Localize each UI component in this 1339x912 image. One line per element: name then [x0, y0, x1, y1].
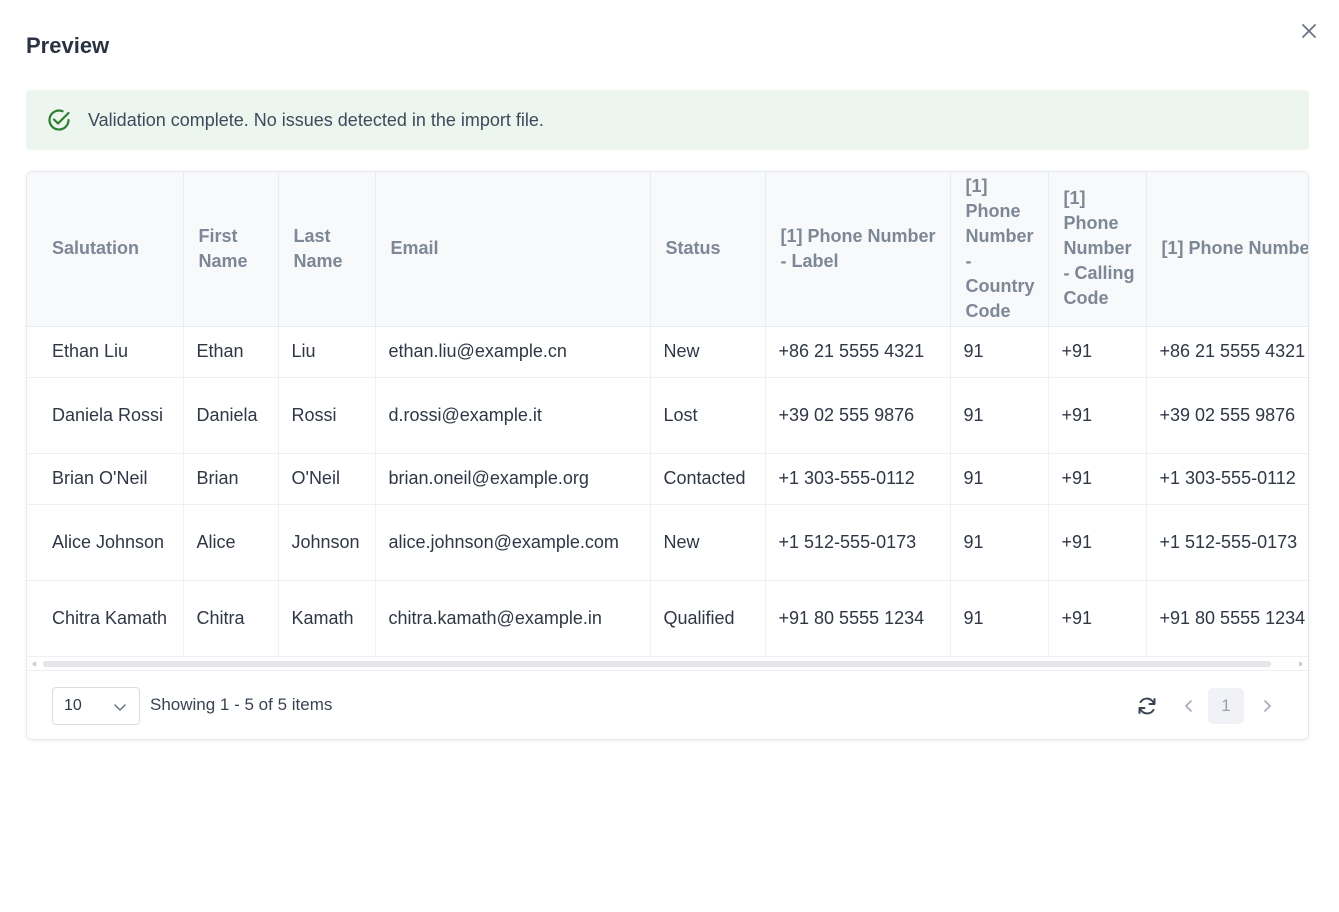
- chevron-down-icon: [114, 704, 126, 711]
- cell-first-name: Brian: [183, 453, 279, 505]
- table-header-row: Salutation First Name Last Name Email St…: [27, 172, 1308, 327]
- cell-salutation: Ethan Liu: [27, 326, 184, 378]
- scrollbar-thumb[interactable]: [43, 661, 1271, 667]
- cell-phone-country-code: 91: [950, 453, 1049, 505]
- cell-status: Lost: [650, 377, 766, 454]
- scroll-left-icon[interactable]: [30, 660, 38, 668]
- column-header-salutation[interactable]: Salutation: [27, 172, 184, 327]
- cell-first-name: Chitra: [183, 580, 279, 657]
- cell-first-name: Daniela: [183, 377, 279, 454]
- close-button[interactable]: [1298, 20, 1320, 42]
- column-header-first-name[interactable]: First Name: [183, 172, 279, 327]
- cell-phone-label: +1 512-555-0173: [765, 504, 951, 581]
- cell-last-name: Johnson: [278, 504, 376, 581]
- table-row[interactable]: Brian O'Neil Brian O'Neil brian.oneil@ex…: [27, 453, 1308, 505]
- validation-alert: Validation complete. No issues detected …: [26, 90, 1309, 150]
- cell-phone-label: +86 21 5555 4321: [765, 326, 951, 378]
- column-header-email[interactable]: Email: [375, 172, 651, 327]
- cell-phone-calling-code: +91: [1048, 504, 1147, 581]
- cell-status: Contacted: [650, 453, 766, 505]
- chevron-left-icon: [1185, 700, 1192, 712]
- cell-phone-number: +91 80 5555 1234: [1146, 580, 1308, 657]
- cell-last-name: Liu: [278, 326, 376, 378]
- cell-phone-label: +1 303-555-0112: [765, 453, 951, 505]
- preview-table: Salutation First Name Last Name Email St…: [27, 172, 1308, 657]
- cell-email: d.rossi@example.it: [375, 377, 651, 454]
- cell-phone-number: +1 512-555-0173: [1146, 504, 1308, 581]
- cell-phone-country-code: 91: [950, 326, 1049, 378]
- column-header-phone-number[interactable]: [1] Phone Number - Number: [1146, 172, 1308, 327]
- column-header-status[interactable]: Status: [650, 172, 766, 327]
- cell-email: chitra.kamath@example.in: [375, 580, 651, 657]
- cell-last-name: Rossi: [278, 377, 376, 454]
- column-header-phone-label[interactable]: [1] Phone Number - Label: [765, 172, 951, 327]
- cell-last-name: O'Neil: [278, 453, 376, 505]
- page-size-select[interactable]: 10: [52, 687, 140, 725]
- cell-phone-country-code: 91: [950, 580, 1049, 657]
- cell-first-name: Ethan: [183, 326, 279, 378]
- table-row[interactable]: Alice Johnson Alice Johnson alice.johnso…: [27, 504, 1308, 581]
- refresh-icon: [1138, 697, 1156, 715]
- cell-phone-number: +39 02 555 9876: [1146, 377, 1308, 454]
- cell-email: alice.johnson@example.com: [375, 504, 651, 581]
- cell-email: brian.oneil@example.org: [375, 453, 651, 505]
- refresh-button[interactable]: [1135, 694, 1159, 718]
- horizontal-scrollbar[interactable]: [27, 658, 1308, 670]
- cell-phone-calling-code: +91: [1048, 453, 1147, 505]
- page-button-current[interactable]: 1: [1208, 688, 1244, 724]
- cell-last-name: Kamath: [278, 580, 376, 657]
- table-row[interactable]: Daniela Rossi Daniela Rossi d.rossi@exam…: [27, 377, 1308, 454]
- cell-phone-calling-code: +91: [1048, 580, 1147, 657]
- next-page-button[interactable]: [1257, 696, 1277, 716]
- pagination-summary: Showing 1 - 5 of 5 items: [150, 695, 333, 714]
- close-icon: [1302, 24, 1316, 38]
- cell-phone-calling-code: +91: [1048, 377, 1147, 454]
- cell-salutation: Chitra Kamath: [27, 580, 184, 657]
- column-header-phone-calling-code[interactable]: [1] Phone Number - Calling Code: [1048, 172, 1147, 327]
- cell-phone-label: +91 80 5555 1234: [765, 580, 951, 657]
- cell-salutation: Daniela Rossi: [27, 377, 184, 454]
- cell-email: ethan.liu@example.cn: [375, 326, 651, 378]
- previous-page-button[interactable]: [1179, 696, 1199, 716]
- cell-phone-calling-code: +91: [1048, 326, 1147, 378]
- cell-status: Qualified: [650, 580, 766, 657]
- alert-message: Validation complete. No issues detected …: [88, 110, 544, 130]
- table-row[interactable]: Ethan Liu Ethan Liu ethan.liu@example.cn…: [27, 326, 1308, 378]
- scroll-right-icon[interactable]: [1297, 660, 1305, 668]
- cell-phone-country-code: 91: [950, 504, 1049, 581]
- cell-phone-country-code: 91: [950, 377, 1049, 454]
- check-circle-icon: [48, 109, 70, 131]
- cell-status: New: [650, 326, 766, 378]
- cell-salutation: Alice Johnson: [27, 504, 184, 581]
- column-header-phone-country-code[interactable]: [1] Phone Number - Country Code: [950, 172, 1049, 327]
- cell-first-name: Alice: [183, 504, 279, 581]
- table-scroll-area[interactable]: Salutation First Name Last Name Email St…: [27, 172, 1308, 658]
- cell-phone-number: +1 303-555-0112: [1146, 453, 1308, 505]
- chevron-right-icon: [1264, 700, 1271, 712]
- cell-phone-number: +86 21 5555 4321: [1146, 326, 1308, 378]
- table-row[interactable]: Chitra Kamath Chitra Kamath chitra.kamat…: [27, 580, 1308, 657]
- preview-table-card: Salutation First Name Last Name Email St…: [26, 171, 1309, 740]
- cell-salutation: Brian O'Neil: [27, 453, 184, 505]
- dialog-title: Preview: [26, 33, 110, 58]
- column-header-last-name[interactable]: Last Name: [278, 172, 376, 327]
- cell-phone-label: +39 02 555 9876: [765, 377, 951, 454]
- cell-status: New: [650, 504, 766, 581]
- table-footer: 10 Showing 1 - 5 of 5 items 1: [27, 670, 1308, 739]
- page-size-value: 10: [64, 697, 82, 714]
